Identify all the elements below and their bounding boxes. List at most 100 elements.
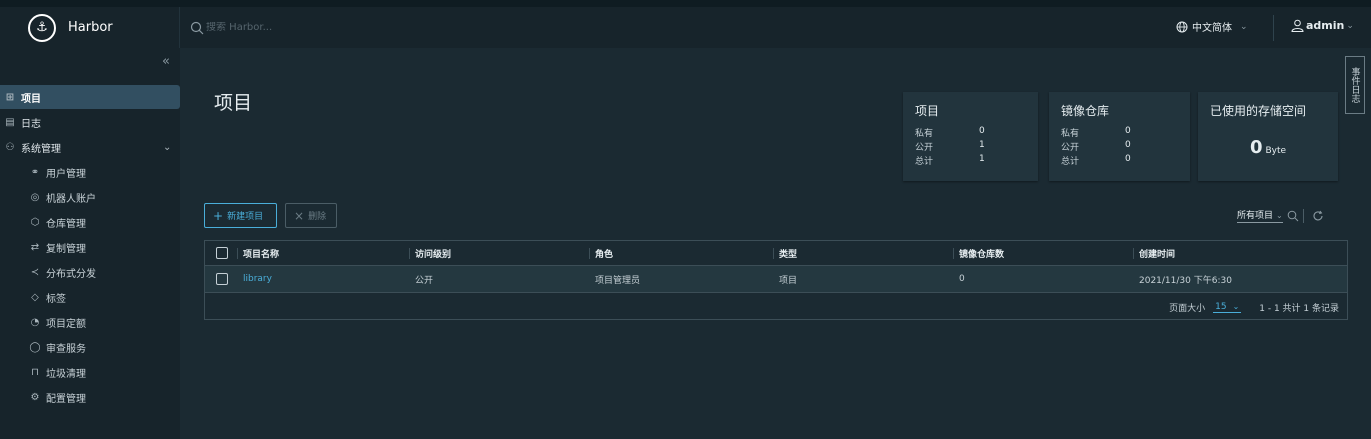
sidebar-item-replication[interactable]: ⇄ 复制管理 [0, 235, 180, 259]
column-header-type[interactable]: 类型 [772, 241, 797, 265]
sidebar-item-label: 日志 [21, 118, 41, 130]
column-header-access[interactable]: 访问级别 [408, 241, 451, 265]
stat-public: 公开 0 [1061, 140, 1131, 153]
sidebar-item-interrogation[interactable]: ◯ 审查服务 [0, 335, 180, 359]
access-level: 公开 [415, 275, 434, 286]
card-title: 镜像仓库 [1061, 104, 1110, 118]
column-header-role[interactable]: 角色 [588, 241, 613, 265]
sidebar-item-users[interactable]: ⚭ 用户管理 [0, 160, 180, 184]
gear-icon: ⚙ [30, 391, 40, 403]
registry-icon: ⬡ [30, 216, 40, 228]
stat-private: 私有 0 [1061, 126, 1131, 139]
repo-count: 0 [959, 274, 965, 284]
sidebar-item-label: 机器人账户 [46, 193, 96, 205]
collapse-sidebar-icon[interactable]: « [162, 54, 170, 69]
creation-time: 2021/11/30 下午6:30 [1139, 275, 1232, 286]
user-menu[interactable]: admin ⌄ [1291, 19, 1354, 32]
table-footer: 页面大小 15 ⌄ 1 - 1 共计 1 条记录 [1169, 301, 1339, 314]
quota-icon: ◔ [30, 316, 40, 328]
distribution-icon: ≺ [30, 266, 40, 278]
table-header: 项目名称 访问级别 角色 类型 镜像仓库数 创建时间 [205, 241, 1347, 266]
sidebar-item-label: 标签 [46, 293, 66, 305]
role: 项目管理员 [595, 275, 641, 286]
card-title: 项目 [915, 104, 940, 118]
chevron-down-icon: ⌄ [1240, 21, 1248, 32]
stat-total: 总计 1 [915, 154, 985, 167]
language-selector[interactable]: 中文简体 ⌄ [1176, 19, 1248, 34]
harbor-logo-icon: ⚓ [28, 13, 56, 42]
delete-button[interactable]: × 删除 [285, 203, 337, 228]
sidebar-item-robots[interactable]: ◎ 机器人账户 [0, 185, 180, 209]
sidebar-item-label: 审查服务 [46, 343, 86, 355]
project-filter-select[interactable]: 所有项目 ⌄ [1237, 208, 1283, 223]
sidebar-item-label: 垃圾清理 [46, 368, 86, 380]
tag-icon: ◇ [31, 291, 39, 303]
robot-icon: ◎ [30, 191, 40, 203]
sidebar-item-logs[interactable]: ▤ 日志 [0, 110, 180, 134]
search-icon [190, 21, 204, 34]
top-header: ⚓ Harbor 中文简体 ⌄ admin ⌄ [0, 0, 1371, 48]
shield-icon: ◯ [29, 341, 41, 353]
sidebar-item-label: 分布式分发 [46, 268, 96, 280]
sidebar-item-label: 复制管理 [46, 243, 86, 255]
chevron-down-icon: ⌄ [163, 141, 172, 153]
replication-icon: ⇄ [30, 241, 40, 253]
sidebar-item-distribution[interactable]: ≺ 分布式分发 [0, 260, 180, 284]
sidebar-item-label: 项目定额 [46, 318, 86, 330]
table-row[interactable]: library 公开 项目管理员 项目 0 2021/11/30 下午6:30 [205, 266, 1347, 293]
global-search[interactable] [190, 21, 406, 35]
plus-icon: + [213, 208, 224, 223]
stat-public: 公开 1 [915, 140, 985, 153]
search-input[interactable] [206, 22, 406, 33]
sidebar: « ⊞ 项目 ▤ 日志 ⚇ 系统管理 ⌄ ⚭ 用户管理 ◎ 机器人账户 ⬡ 仓库… [0, 48, 180, 439]
refresh-icon[interactable] [1312, 210, 1324, 222]
language-label: 中文简体 [1192, 23, 1232, 34]
username: admin [1306, 19, 1345, 32]
page-size-select[interactable]: 15 ⌄ [1213, 302, 1242, 313]
event-log-tab[interactable]: 事件日志 [1345, 56, 1365, 114]
log-icon: ▤ [5, 116, 15, 128]
project-name-link[interactable]: library [243, 266, 272, 292]
new-project-button[interactable]: + 新建项目 [204, 203, 277, 228]
close-icon: × [294, 208, 305, 223]
chevron-down-icon: ⌄ [1232, 302, 1240, 311]
brand[interactable]: ⚓ Harbor [0, 7, 180, 48]
search-icon[interactable] [1287, 210, 1299, 222]
sidebar-item-gc[interactable]: ⊓ 垃圾清理 [0, 360, 180, 384]
column-header-created[interactable]: 创建时间 [1132, 241, 1175, 265]
project-filter: 所有项目 ⌄ [1237, 208, 1324, 223]
chevron-down-icon: ⌄ [1276, 211, 1283, 220]
projects-icon: ⊞ [5, 91, 15, 103]
page-title: 项目 [214, 92, 253, 114]
trash-icon: ⊓ [31, 366, 39, 378]
globe-icon [1176, 21, 1188, 32]
storage-summary-card: 已使用的存储空间 0 Byte [1198, 92, 1338, 181]
column-header-name[interactable]: 项目名称 [236, 241, 279, 265]
header-divider [1273, 15, 1274, 41]
sidebar-item-quotas[interactable]: ◔ 项目定额 [0, 310, 180, 334]
pagination-range: 1 - 1 共计 1 条记录 [1259, 304, 1339, 314]
sidebar-item-label: 配置管理 [46, 393, 86, 405]
sidebar-item-projects[interactable]: ⊞ 项目 [0, 85, 180, 109]
sidebar-item-label: 系统管理 [21, 143, 61, 155]
sidebar-item-registries[interactable]: ⬡ 仓库管理 [0, 210, 180, 234]
column-header-repo-count[interactable]: 镜像仓库数 [952, 241, 1004, 265]
sidebar-item-label: 仓库管理 [46, 218, 86, 230]
row-checkbox[interactable] [216, 273, 228, 285]
sidebar-item-config[interactable]: ⚙ 配置管理 [0, 385, 180, 409]
select-all-checkbox[interactable] [216, 247, 228, 259]
users-icon: ⚭ [30, 166, 40, 178]
admin-icon: ⚇ [5, 141, 15, 153]
sidebar-item-labels[interactable]: ◇ 标签 [0, 285, 180, 309]
card-title: 已使用的存储空间 [1210, 104, 1307, 118]
projects-table: 项目名称 访问级别 角色 类型 镜像仓库数 创建时间 library 公开 项目… [204, 240, 1348, 320]
chevron-down-icon: ⌄ [1346, 20, 1354, 31]
storage-value: 0 Byte [1249, 137, 1287, 158]
type: 项目 [779, 275, 798, 286]
sidebar-item-label: 项目 [21, 93, 41, 105]
sidebar-item-admin[interactable]: ⚇ 系统管理 ⌄ [0, 135, 180, 159]
user-icon [1291, 19, 1304, 32]
brand-name: Harbor [68, 20, 113, 35]
stat-private: 私有 0 [915, 126, 985, 139]
page-size-label: 页面大小 [1169, 304, 1206, 314]
